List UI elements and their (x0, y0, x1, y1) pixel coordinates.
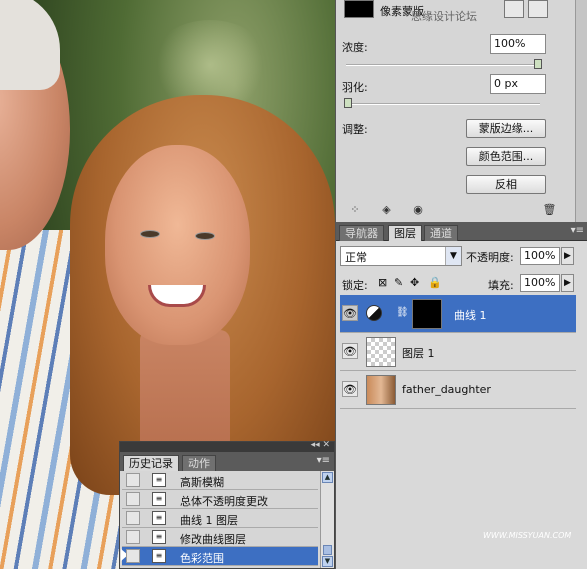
mask-tool-row: ⁘ ◈ ◉ 🗑 (346, 203, 576, 217)
apply-mask-icon[interactable]: ◈ (378, 203, 396, 216)
layer-row-curves-1[interactable]: 👁 ⛓ 曲线 1 (340, 295, 576, 333)
history-step-icon: ≡ (152, 511, 166, 525)
snapshot-checkbox[interactable] (126, 511, 140, 525)
mask-properties-panel: 像素蒙版 思缘设计论坛 浓度: 100% 羽化: 0 px 调整: 蒙版边缘..… (335, 0, 587, 222)
scroll-up-icon[interactable]: ▲ (322, 472, 333, 483)
lock-brush-icon[interactable]: ✎ (394, 276, 403, 289)
watermark-url: WWW.MISSYUAN.COM (483, 531, 572, 540)
opacity-arrow-icon[interactable]: ▶ (561, 247, 574, 265)
eye-icon[interactable]: 👁 (342, 343, 358, 359)
mask-edge-button[interactable]: 蒙版边缘... (466, 119, 546, 138)
watermark-text: 思缘设计论坛 (411, 10, 477, 23)
feather-field[interactable]: 0 px (490, 74, 546, 94)
blend-mode-select[interactable]: 正常 ▼ (340, 246, 462, 266)
opacity-field[interactable]: 100% (520, 247, 560, 265)
invert-button[interactable]: 反相 (466, 175, 546, 194)
history-item[interactable]: ≡ 修改曲线图层 (122, 528, 318, 547)
curves-adjustment-icon (366, 305, 382, 321)
history-item-label: 修改曲线图层 (180, 533, 246, 546)
eye-icon[interactable]: 👁 (342, 381, 358, 397)
density-label: 浓度: (342, 41, 368, 54)
lock-label: 锁定: (342, 279, 368, 292)
adjust-label: 调整: (342, 123, 368, 136)
snapshot-checkbox[interactable] (126, 492, 140, 506)
history-item-label: 高斯模糊 (180, 476, 224, 489)
density-slider[interactable] (346, 59, 542, 69)
layer-row-father-daughter[interactable]: 👁 father_daughter (340, 371, 576, 409)
layer-thumbnail[interactable] (366, 337, 396, 367)
fill-label: 填充: (488, 279, 514, 292)
history-scrollbar[interactable]: ▲ ▼ (320, 471, 334, 568)
layers-panel: 导航器 图层 通道 ▾≡ 正常 ▼ 不透明度: 100% ▶ 锁定: ⊠ ✎ ✥… (335, 222, 587, 569)
history-step-icon: ≡ (152, 473, 166, 487)
feather-slider[interactable] (344, 98, 540, 108)
history-item[interactable]: ≡ 总体不透明度更改 (122, 490, 318, 509)
woman-face (105, 145, 250, 345)
history-item[interactable]: ≡ 高斯模糊 (122, 471, 318, 490)
layer-name: 图层 1 (402, 347, 435, 360)
history-item[interactable]: ≡ 曲线 1 图层 (122, 509, 318, 528)
fill-field[interactable]: 100% (520, 274, 560, 292)
snapshot-checkbox[interactable] (126, 549, 140, 563)
lock-move-icon[interactable]: ✥ (410, 276, 419, 289)
feather-slider-knob[interactable] (344, 98, 352, 108)
chevron-down-icon: ▼ (445, 247, 461, 265)
pixel-mask-button[interactable] (504, 0, 524, 18)
lock-transparent-icon[interactable]: ⊠ (378, 276, 387, 289)
chain-link-icon[interactable]: ⛓ (396, 307, 409, 318)
snapshot-checkbox[interactable] (126, 473, 140, 487)
history-step-icon: ≡ (152, 492, 166, 506)
layer-thumbnail[interactable] (366, 375, 396, 405)
tab-layers[interactable]: 图层 (388, 225, 422, 241)
layer-name: father_daughter (402, 383, 491, 396)
density-field[interactable]: 100% (490, 34, 546, 54)
woman-neck (140, 330, 230, 450)
color-range-button[interactable]: 颜色范围... (466, 147, 546, 166)
man-hair (0, 0, 60, 90)
feather-label: 羽化: (342, 81, 368, 94)
history-item-label: 曲线 1 图层 (180, 514, 238, 527)
delete-mask-icon[interactable]: 🗑 (541, 203, 559, 216)
panel-menu-icon[interactable]: ▾≡ (317, 455, 330, 466)
eye-icon[interactable]: 👁 (342, 305, 358, 321)
woman-right-eye (195, 232, 215, 240)
panel-menu-icon[interactable]: ▾≡ (571, 225, 584, 236)
scroll-thumb[interactable] (323, 545, 332, 555)
vector-mask-button[interactable] (528, 0, 548, 18)
blend-mode-value: 正常 (345, 251, 367, 264)
history-panel-header: ◂◂ ✕ (120, 440, 334, 452)
scroll-down-icon[interactable]: ▼ (322, 556, 333, 567)
layer-row-layer-1[interactable]: 👁 图层 1 (340, 333, 576, 371)
panel-scrollbar[interactable] (575, 0, 587, 222)
opacity-label: 不透明度: (466, 251, 514, 264)
layer-name: 曲线 1 (454, 309, 487, 322)
history-item-label: 总体不透明度更改 (180, 495, 268, 508)
disable-mask-icon[interactable]: ◉ (409, 203, 427, 216)
lock-all-icon[interactable]: 🔒 (428, 276, 442, 289)
tab-actions[interactable]: 动作 (182, 455, 216, 471)
history-step-icon: ≡ (152, 549, 166, 563)
mask-thumbnail[interactable] (344, 0, 374, 18)
load-selection-icon[interactable]: ⁘ (346, 203, 364, 216)
history-item-label: 色彩范围 (180, 552, 224, 565)
history-step-icon: ≡ (152, 530, 166, 544)
snapshot-checkbox[interactable] (126, 530, 140, 544)
history-panel: ◂◂ ✕ 历史记录 动作 ▾≡ ≡ 高斯模糊 ≡ 总体不透明度更改 ≡ 曲线 1… (119, 440, 335, 569)
layers-tab-bar: 导航器 图层 通道 ▾≡ (336, 222, 587, 241)
history-item[interactable]: ≡ 色彩范围 (121, 547, 318, 566)
tab-history[interactable]: 历史记录 (123, 455, 179, 471)
history-tab-bar: 历史记录 动作 ▾≡ (120, 452, 334, 471)
tab-channels[interactable]: 通道 (424, 225, 458, 241)
woman-left-eye (140, 230, 160, 238)
density-slider-knob[interactable] (534, 59, 542, 69)
layer-mask-thumbnail[interactable] (412, 299, 442, 329)
collapse-close-icon[interactable]: ◂◂ ✕ (311, 440, 330, 450)
fill-arrow-icon[interactable]: ▶ (561, 274, 574, 292)
tab-navigator[interactable]: 导航器 (339, 225, 384, 241)
